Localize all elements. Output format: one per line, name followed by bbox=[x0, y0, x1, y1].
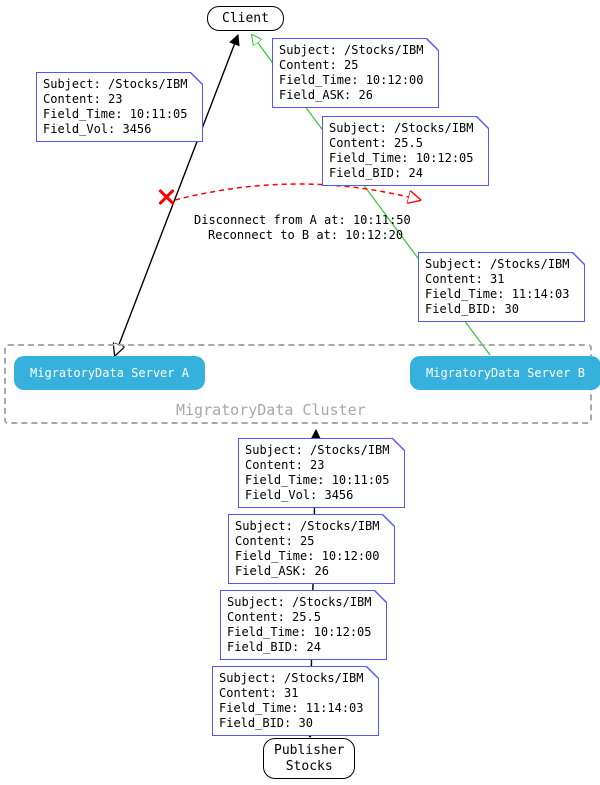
msg-publisher-2: Subject: /Stocks/IBM Content: 25 Field_T… bbox=[228, 514, 395, 584]
msg-line: Content: 23 bbox=[43, 92, 188, 107]
msg-line: Subject: /Stocks/IBM bbox=[43, 77, 188, 92]
server-b-label: MigratoryData Server B bbox=[426, 366, 585, 380]
disconnect-text: Disconnect from A at: 10:11:50 bbox=[194, 213, 411, 227]
msg-line: Field_Time: 11:14:03 bbox=[425, 287, 570, 302]
msg-line: Field_Time: 10:12:05 bbox=[329, 151, 474, 166]
msg-line: Field_Time: 10:12:00 bbox=[279, 73, 424, 88]
publisher-label-1: Publisher bbox=[274, 743, 344, 758]
client-node: Client bbox=[207, 6, 284, 31]
msg-publisher-4: Subject: /Stocks/IBM Content: 31 Field_T… bbox=[212, 666, 379, 736]
msg-line: Subject: /Stocks/IBM bbox=[425, 257, 570, 272]
server-a-label: MigratoryData Server A bbox=[30, 366, 189, 380]
msg-line: Field_ASK: 26 bbox=[279, 88, 424, 103]
cluster-label: MigratoryData Cluster bbox=[176, 401, 366, 419]
msg-line: Field_Time: 10:11:05 bbox=[245, 473, 390, 488]
msg-line: Field_BID: 30 bbox=[425, 302, 570, 317]
client-label: Client bbox=[222, 11, 269, 26]
msg-line: Subject: /Stocks/IBM bbox=[245, 443, 390, 458]
msg-line: Subject: /Stocks/IBM bbox=[219, 671, 364, 686]
publisher-label-2: Stocks bbox=[286, 759, 333, 774]
disconnect-marker bbox=[157, 188, 175, 206]
msg-line: Field_Vol: 3456 bbox=[245, 488, 390, 503]
msg-line: Subject: /Stocks/IBM bbox=[227, 595, 372, 610]
msg-line: Content: 31 bbox=[425, 272, 570, 287]
msg-line: Field_BID: 30 bbox=[219, 716, 364, 731]
msg-line: Content: 25 bbox=[279, 58, 424, 73]
msg-line: Content: 25.5 bbox=[329, 136, 474, 151]
msg-line: Content: 25.5 bbox=[227, 610, 372, 625]
msg-serverB-1: Subject: /Stocks/IBM Content: 25 Field_T… bbox=[272, 38, 439, 108]
msg-line: Field_Time: 10:11:05 bbox=[43, 107, 188, 122]
msg-line: Subject: /Stocks/IBM bbox=[279, 43, 424, 58]
msg-line: Field_Time: 10:12:00 bbox=[235, 549, 380, 564]
reconnect-text: Reconnect to B at: 10:12:20 bbox=[208, 228, 403, 242]
msg-line: Subject: /Stocks/IBM bbox=[329, 121, 474, 136]
msg-publisher-3: Subject: /Stocks/IBM Content: 25.5 Field… bbox=[220, 590, 387, 660]
msg-serverB-3: Subject: /Stocks/IBM Content: 31 Field_T… bbox=[418, 252, 585, 322]
msg-line: Content: 23 bbox=[245, 458, 390, 473]
publisher-node: Publisher Stocks bbox=[263, 738, 355, 779]
msg-line: Field_Vol: 3456 bbox=[43, 122, 188, 137]
msg-publisher-1: Subject: /Stocks/IBM Content: 23 Field_T… bbox=[238, 438, 405, 508]
msg-line: Field_Time: 10:12:05 bbox=[227, 625, 372, 640]
msg-line: Field_BID: 24 bbox=[329, 166, 474, 181]
msg-line: Field_Time: 11:14:03 bbox=[219, 701, 364, 716]
msg-line: Content: 25 bbox=[235, 534, 380, 549]
server-b-node: MigratoryData Server B bbox=[410, 356, 600, 390]
msg-line: Content: 31 bbox=[219, 686, 364, 701]
msg-serverA-to-client: Subject: /Stocks/IBM Content: 23 Field_T… bbox=[36, 72, 203, 142]
msg-line: Subject: /Stocks/IBM bbox=[235, 519, 380, 534]
server-a-node: MigratoryData Server A bbox=[14, 356, 205, 390]
msg-serverB-2: Subject: /Stocks/IBM Content: 25.5 Field… bbox=[322, 116, 489, 186]
msg-line: Field_ASK: 26 bbox=[235, 564, 380, 579]
msg-line: Field_BID: 24 bbox=[227, 640, 372, 655]
